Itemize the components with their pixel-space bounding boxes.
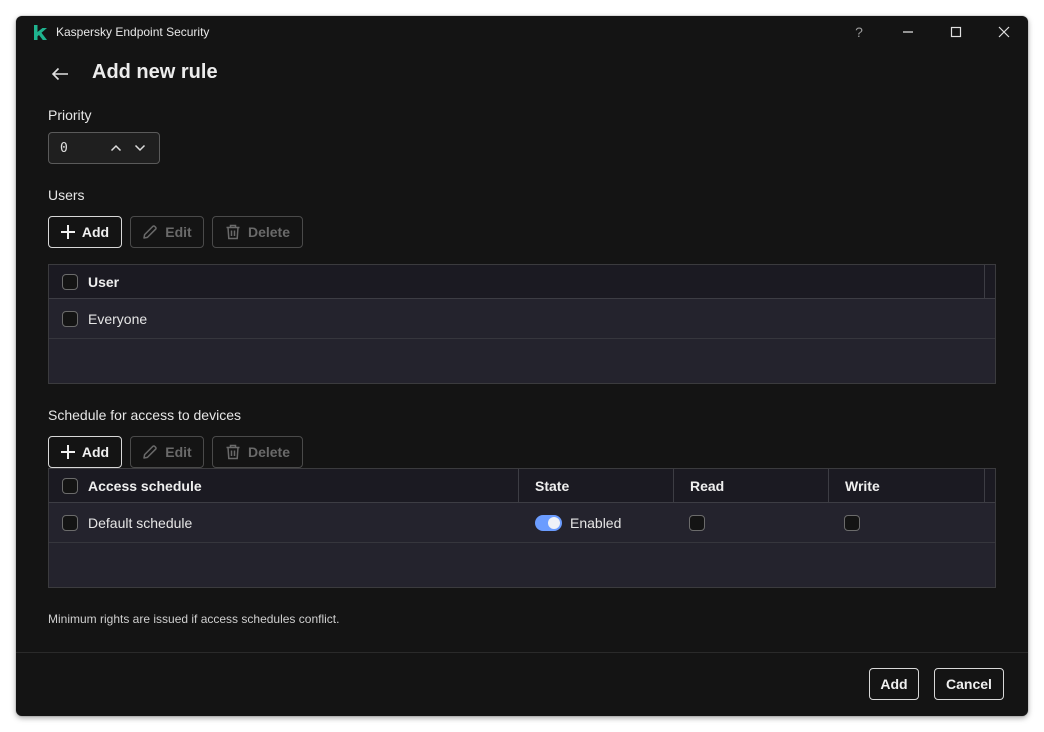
column-header-read-label: Read [690, 477, 725, 494]
users-delete-label: Delete [247, 224, 291, 240]
schedule-delete-label: Delete [247, 444, 291, 460]
users-table-header: User [49, 265, 995, 299]
users-add-label: Add [81, 224, 110, 240]
decrement-button[interactable] [131, 140, 149, 156]
priority-value[interactable]: 0 [60, 141, 68, 156]
user-cell: Everyone [49, 299, 147, 338]
help-icon: ? [855, 24, 863, 40]
write-cell [828, 503, 984, 542]
plus-icon [60, 225, 75, 239]
column-header-read[interactable]: Read [673, 469, 828, 502]
footer-add-label: Add [880, 676, 908, 692]
column-header-access-schedule-label: Access schedule [88, 477, 202, 494]
users-add-button[interactable]: Add [48, 216, 122, 248]
state-cell: Enabled [518, 503, 673, 542]
priority-stepper[interactable]: 0 [48, 132, 160, 164]
schedule-add-label: Add [81, 444, 110, 460]
app-title: Kaspersky Endpoint Security [56, 25, 210, 39]
title-bar: Kaspersky Endpoint Security ? [16, 16, 1028, 48]
user-name: Everyone [88, 310, 148, 327]
users-edit-label: Edit [165, 224, 192, 240]
minimize-icon [903, 31, 913, 33]
column-header-access-schedule[interactable]: Access schedule [49, 469, 518, 502]
users-delete-button[interactable]: Delete [212, 216, 303, 248]
cancel-label: Cancel [946, 676, 992, 692]
read-checkbox[interactable] [689, 514, 705, 531]
schedule-name-cell: Default schedule [49, 503, 518, 542]
trash-icon [226, 444, 240, 460]
schedule-label: Schedule for access to devices [48, 407, 241, 423]
conflict-note: Minimum rights are issued if access sche… [48, 612, 340, 626]
schedule-delete-button[interactable]: Delete [212, 436, 303, 468]
select-all-users-checkbox[interactable] [62, 273, 78, 290]
column-header-user[interactable]: User [49, 265, 984, 298]
schedule-edit-label: Edit [165, 444, 192, 460]
users-edit-button[interactable]: Edit [130, 216, 204, 248]
priority-label: Priority [48, 107, 92, 123]
minimize-button[interactable] [888, 20, 928, 44]
users-label: Users [48, 187, 85, 203]
trash-icon [226, 224, 240, 240]
close-button[interactable] [984, 20, 1024, 44]
schedule-edit-button[interactable]: Edit [130, 436, 204, 468]
header-scroll-stub [984, 469, 995, 502]
close-icon [998, 26, 1010, 38]
row-checkbox[interactable] [62, 310, 78, 327]
footer-add-button[interactable]: Add [869, 668, 919, 700]
column-header-user-label: User [88, 273, 120, 290]
select-all-schedules-checkbox[interactable] [62, 477, 78, 494]
pencil-icon [143, 445, 158, 459]
read-cell [673, 503, 828, 542]
back-button[interactable] [46, 62, 74, 86]
help-button[interactable]: ? [839, 20, 879, 44]
row-checkbox[interactable] [62, 514, 78, 531]
schedule-table: Access schedule State Read Write Default… [48, 468, 996, 588]
schedule-name: Default schedule [88, 514, 193, 531]
page-title: Add new rule [92, 61, 218, 83]
chevron-up-icon [110, 144, 122, 152]
maximize-button[interactable] [936, 20, 976, 44]
schedule-add-button[interactable]: Add [48, 436, 122, 468]
footer-divider [16, 652, 1028, 653]
state-toggle[interactable] [535, 514, 562, 531]
chevron-down-icon [134, 144, 146, 152]
table-row[interactable]: Default schedule Enabled [49, 503, 995, 543]
kaspersky-logo-icon [34, 25, 47, 40]
app-window: Kaspersky Endpoint Security ? Add new ru… [16, 16, 1028, 716]
schedule-table-header: Access schedule State Read Write [49, 469, 995, 503]
arrow-left-icon [51, 67, 68, 81]
maximize-icon [950, 26, 962, 38]
column-header-write[interactable]: Write [828, 469, 984, 502]
column-header-state[interactable]: State [518, 469, 673, 502]
increment-button[interactable] [107, 140, 125, 156]
pencil-icon [143, 225, 158, 239]
table-row[interactable]: Everyone [49, 299, 995, 339]
users-table: User Everyone [48, 264, 996, 384]
state-label: Enabled [570, 514, 622, 531]
cancel-button[interactable]: Cancel [934, 668, 1004, 700]
write-checkbox[interactable] [844, 514, 860, 531]
column-header-state-label: State [535, 477, 570, 494]
plus-icon [60, 445, 75, 459]
column-header-write-label: Write [845, 477, 880, 494]
header-scroll-stub [984, 265, 995, 298]
